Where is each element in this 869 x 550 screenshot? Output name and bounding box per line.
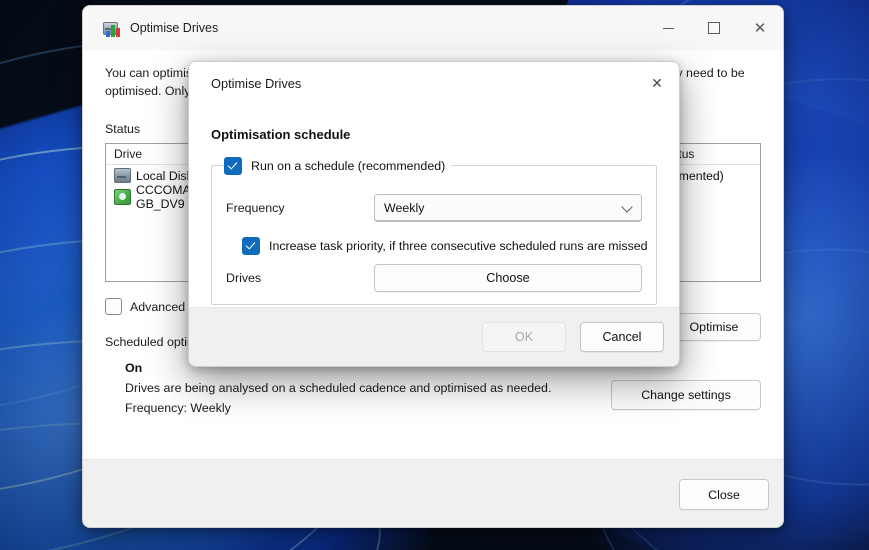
choose-drives-button[interactable]: Choose — [374, 264, 642, 292]
window-title: Optimise Drives — [130, 21, 219, 35]
checkbox-checked-icon — [242, 237, 260, 255]
dialog-title: Optimise Drives — [211, 76, 302, 91]
dialog-heading: Optimisation schedule — [211, 127, 351, 142]
close-button[interactable]: Close — [679, 479, 769, 510]
hard-disk-icon — [114, 168, 131, 184]
frequency-select[interactable]: Weekly — [374, 194, 642, 222]
change-settings-button[interactable]: Change settings — [611, 380, 761, 410]
dialog-footer: OK Cancel — [189, 307, 679, 366]
drives-row: Drives Choose — [226, 264, 642, 292]
frequency-row: Frequency Weekly — [226, 194, 642, 222]
checkbox-checked-icon — [224, 157, 242, 175]
dialog-close-button[interactable]: ✕ — [635, 62, 679, 106]
run-on-schedule-checkbox[interactable]: Run on a schedule (recommended) — [224, 157, 452, 175]
maximise-icon — [708, 22, 720, 34]
dvd-drive-icon — [114, 188, 131, 205]
defrag-icon — [102, 19, 120, 37]
close-window-button[interactable]: ✕ — [737, 6, 783, 50]
window-controls: ✕ — [645, 6, 783, 50]
dialog-body: Optimisation schedule Run on a schedule … — [189, 106, 679, 308]
dialog-titlebar[interactable]: Optimise Drives ✕ — [189, 62, 679, 106]
window-titlebar[interactable]: Optimise Drives ✕ — [83, 6, 783, 50]
minimise-icon — [662, 27, 674, 29]
maximise-button[interactable] — [691, 6, 737, 50]
frequency-value: Weekly — [384, 201, 425, 215]
optimise-button[interactable]: Optimise — [667, 313, 761, 341]
close-icon: ✕ — [651, 76, 663, 92]
minimise-button[interactable] — [645, 6, 691, 50]
ok-button[interactable]: OK — [482, 322, 566, 352]
close-icon: ✕ — [753, 18, 767, 37]
increase-priority-label: Increase task priority, if three consecu… — [269, 239, 648, 253]
increase-priority-checkbox[interactable]: Increase task priority, if three consecu… — [242, 237, 648, 255]
drives-label: Drives — [226, 271, 262, 285]
schedule-groupbox: Run on a schedule (recommended) Frequenc… — [211, 157, 657, 305]
frequency-label: Frequency — [226, 201, 285, 215]
run-on-schedule-label: Run on a schedule (recommended) — [251, 159, 446, 173]
optimisation-schedule-dialog: Optimise Drives ✕ Optimisation schedule … — [188, 61, 680, 367]
cancel-button[interactable]: Cancel — [580, 322, 664, 352]
window-footer: Close — [83, 459, 783, 527]
checkbox-unchecked-icon — [105, 298, 122, 316]
chevron-down-icon — [621, 201, 633, 213]
